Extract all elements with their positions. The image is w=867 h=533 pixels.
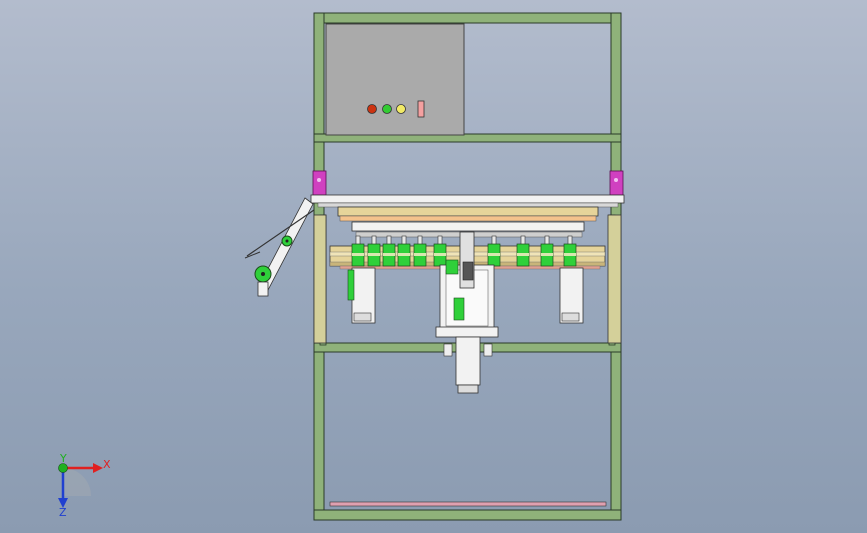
lift-cylinder-body <box>455 336 481 386</box>
y-axis-label: Y <box>59 452 67 465</box>
top-plate-assembly <box>310 194 625 238</box>
gripper-unit <box>516 235 530 267</box>
mounting-brackets <box>312 170 624 196</box>
left-magenta-bracket <box>312 170 327 196</box>
gripper-unit <box>413 235 427 267</box>
x-axis-label: X <box>103 458 111 471</box>
gripper-unit <box>433 235 447 267</box>
z-axis-label: Z <box>59 506 67 519</box>
control-panel-box <box>325 23 465 136</box>
left-olive-plate <box>313 214 327 344</box>
red-indicator <box>367 104 377 114</box>
control-panel <box>325 23 465 136</box>
gripper-unit <box>397 235 411 267</box>
lift-cylinder-foot <box>457 384 479 394</box>
gripper-unit <box>367 235 381 267</box>
machine-drawing: X Y Z <box>58 12 625 521</box>
yellow-indicator <box>396 104 406 114</box>
frame-bottom-bar <box>313 509 622 521</box>
green-indicator <box>382 104 392 114</box>
lift-base-plate <box>435 326 499 338</box>
gripper-unit <box>487 235 501 267</box>
gripper-unit <box>382 235 396 267</box>
right-olive-plate <box>607 214 622 344</box>
cad-viewport[interactable]: X Y Z <box>0 0 867 533</box>
frame-top-bar <box>313 12 622 24</box>
bottom-base-plate <box>329 501 607 507</box>
second-white-rail <box>351 221 585 232</box>
feeder-arm <box>244 197 315 297</box>
coordinate-triad: X Y Z <box>58 452 111 519</box>
gripper-unit <box>540 235 554 267</box>
gripper-unit <box>351 235 365 267</box>
gripper-unit <box>563 235 577 267</box>
upper-yellow-rail <box>337 206 599 217</box>
top-white-plate <box>310 194 625 204</box>
selector-switch <box>417 100 425 118</box>
right-magenta-bracket <box>609 170 624 196</box>
